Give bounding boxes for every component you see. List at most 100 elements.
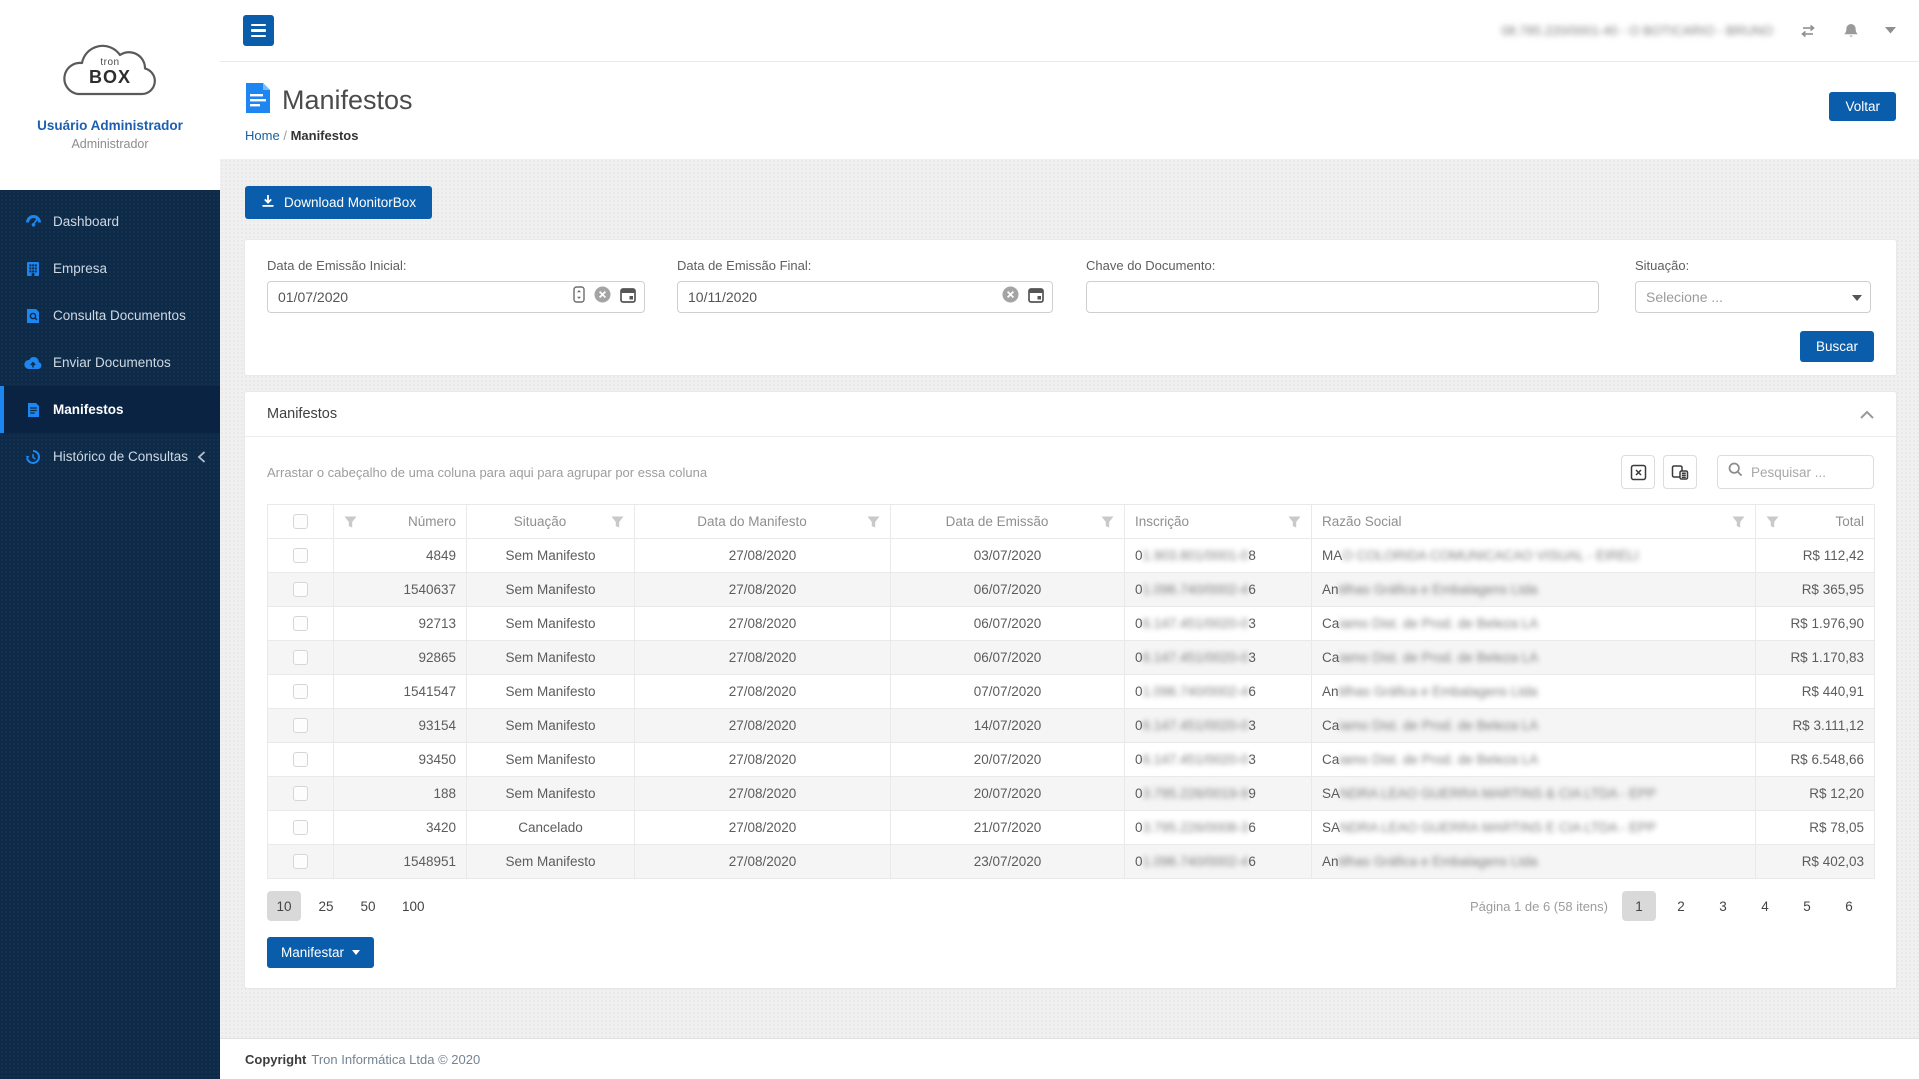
calendar-icon[interactable] [1028, 286, 1044, 308]
grid-search-input[interactable] [1751, 464, 1863, 480]
table-row[interactable]: 93450 Sem Manifesto 27/08/2020 20/07/2020 06… [267, 742, 1875, 777]
filters-card: Data de Emissão Inicial: 01/07/2020 Data… [245, 240, 1896, 375]
hamburger-menu-button[interactable] [243, 15, 274, 46]
page-size-100[interactable]: 100 [393, 891, 434, 921]
table-row[interactable]: 92713 Sem Manifesto 27/08/2020 06/07/2020 06… [267, 606, 1875, 641]
page-size-25[interactable]: 25 [309, 891, 343, 921]
download-icon [261, 194, 275, 211]
checkbox[interactable] [293, 548, 308, 564]
cell-numero: 3420 [333, 810, 467, 845]
cell-data_emissao: 06/07/2020 [890, 640, 1125, 675]
sidebar-item-historico-de-consultas[interactable]: Histórico de Consultas [0, 433, 220, 480]
page-4[interactable]: 4 [1748, 891, 1782, 921]
emissao-final-input[interactable] [688, 289, 1002, 305]
column-header-data_manifesto[interactable]: Data do Manifesto [634, 504, 891, 539]
page-number-selector: 123456 [1622, 891, 1874, 921]
filter-funnel-icon[interactable] [344, 516, 357, 528]
emissao-inicial-input[interactable] [278, 289, 573, 305]
consulta-icon [24, 307, 42, 325]
filter-funnel-icon[interactable] [867, 516, 880, 528]
export-excel-button[interactable] [1621, 455, 1655, 489]
table-row[interactable]: 1548951 Sem Manifesto 27/08/2020 23/07/2020… [267, 844, 1875, 879]
page-5[interactable]: 5 [1790, 891, 1824, 921]
sidebar-item-manifestos[interactable]: Manifestos [0, 386, 220, 433]
sidebar-item-enviar-documentos[interactable]: Enviar Documentos [0, 339, 220, 386]
cell-data_manifesto: 27/08/2020 [634, 674, 891, 709]
cell-data_manifesto: 27/08/2020 [634, 844, 891, 879]
table-row[interactable]: 92865 Sem Manifesto 27/08/2020 06/07/2020 06… [267, 640, 1875, 675]
chave-documento-input[interactable] [1097, 289, 1590, 305]
table-row[interactable]: 93154 Sem Manifesto 27/08/2020 14/07/2020 06… [267, 708, 1875, 743]
column-chooser-button[interactable] [1663, 455, 1697, 489]
checkbox[interactable] [293, 854, 308, 870]
user-menu-caret-icon[interactable] [1885, 27, 1896, 34]
manifestar-button[interactable]: Manifestar [267, 937, 375, 968]
page-3[interactable]: 3 [1706, 891, 1740, 921]
column-header-razao_social[interactable]: Razão Social [1311, 504, 1756, 539]
cell-numero: 92865 [333, 640, 467, 675]
date-stepper-icon[interactable] [573, 286, 585, 308]
column-header-inscricao[interactable]: Inscrição [1124, 504, 1312, 539]
cell-inscricao: 01.096.740/0002-46 [1124, 572, 1312, 607]
sidebar-item-empresa[interactable]: Empresa [0, 245, 220, 292]
column-header-situacao[interactable]: Situação [466, 504, 635, 539]
table-row[interactable]: 4849 Sem Manifesto 27/08/2020 03/07/2020 01.… [267, 538, 1875, 573]
manifestos-table: Número Situação Data do Manifesto Data de E… [267, 504, 1875, 879]
manifestos-icon [24, 401, 42, 419]
clear-date-icon[interactable] [594, 286, 611, 308]
column-header-total[interactable]: Total [1755, 504, 1875, 539]
page-size-10[interactable]: 10 [267, 891, 301, 921]
column-header-data_emissao[interactable]: Data de Emissão [890, 504, 1125, 539]
sidebar-item-dashboard[interactable]: Dashboard [0, 198, 220, 245]
breadcrumb-home-link[interactable]: Home [245, 128, 280, 143]
filter-funnel-icon[interactable] [1766, 516, 1779, 528]
checkbox[interactable] [293, 582, 308, 598]
checkbox[interactable] [293, 514, 308, 530]
panel-title: Manifestos [267, 406, 338, 422]
checkbox[interactable] [293, 616, 308, 632]
sync-icon[interactable] [1799, 23, 1817, 39]
table-row[interactable]: 1540637 Sem Manifesto 27/08/2020 06/07/2020… [267, 572, 1875, 607]
sidebar-item-consulta-documentos[interactable]: Consulta Documentos [0, 292, 220, 339]
pager: 10 25 50 100 Página 1 de 6 (58 itens) 12345… [267, 891, 1874, 921]
cell-situacao: Sem Manifesto [466, 776, 635, 811]
clear-date-icon[interactable] [1002, 286, 1019, 308]
bell-icon[interactable] [1843, 22, 1859, 40]
voltar-button[interactable]: Voltar [1829, 92, 1896, 121]
cell-total: R$ 402,03 [1755, 844, 1875, 879]
grid-search-field [1717, 455, 1874, 489]
page-1[interactable]: 1 [1622, 891, 1656, 921]
cell-total: R$ 112,42 [1755, 538, 1875, 573]
filter-funnel-icon[interactable] [1101, 516, 1114, 528]
collapse-panel-icon[interactable] [1860, 410, 1874, 419]
cell-razao_social: Caiamo Dist. de Prod. de Beleza LA [1311, 640, 1756, 675]
filter-funnel-icon[interactable] [611, 516, 624, 528]
buscar-button[interactable]: Buscar [1799, 331, 1874, 362]
page-2[interactable]: 2 [1664, 891, 1698, 921]
filter-funnel-icon[interactable] [1288, 516, 1301, 528]
page-6[interactable]: 6 [1832, 891, 1866, 921]
cell-numero: 93450 [333, 742, 467, 777]
checkbox[interactable] [293, 718, 308, 734]
filter-funnel-icon[interactable] [1732, 516, 1745, 528]
checkbox[interactable] [293, 684, 308, 700]
situacao-select[interactable]: Selecione ... [1635, 281, 1871, 313]
column-header-numero[interactable]: Número [333, 504, 467, 539]
page-size-50[interactable]: 50 [351, 891, 385, 921]
checkbox[interactable] [293, 650, 308, 666]
calendar-icon[interactable] [620, 286, 636, 308]
checkbox[interactable] [293, 752, 308, 768]
cell-numero: 4849 [333, 538, 467, 573]
table-row[interactable]: 1541547 Sem Manifesto 27/08/2020 07/07/2020… [267, 674, 1875, 709]
chave-documento-label: Chave do Documento: [1086, 258, 1216, 273]
table-row[interactable]: 188 Sem Manifesto 27/08/2020 20/07/2020 03.7… [267, 776, 1875, 811]
download-monitorbox-button[interactable]: Download MonitorBox [245, 186, 433, 219]
cell-total: R$ 1.976,90 [1755, 606, 1875, 641]
checkbox[interactable] [293, 786, 308, 802]
table-row[interactable]: 3420 Cancelado 27/08/2020 21/07/2020 03.795.… [267, 810, 1875, 845]
select-all-checkbox[interactable] [267, 504, 334, 539]
logo-text-box: BOX [88, 67, 131, 87]
row-select-cell [267, 708, 334, 743]
group-by-hint: Arrastar o cabeçalho de uma coluna para … [267, 464, 708, 480]
checkbox[interactable] [293, 820, 308, 836]
